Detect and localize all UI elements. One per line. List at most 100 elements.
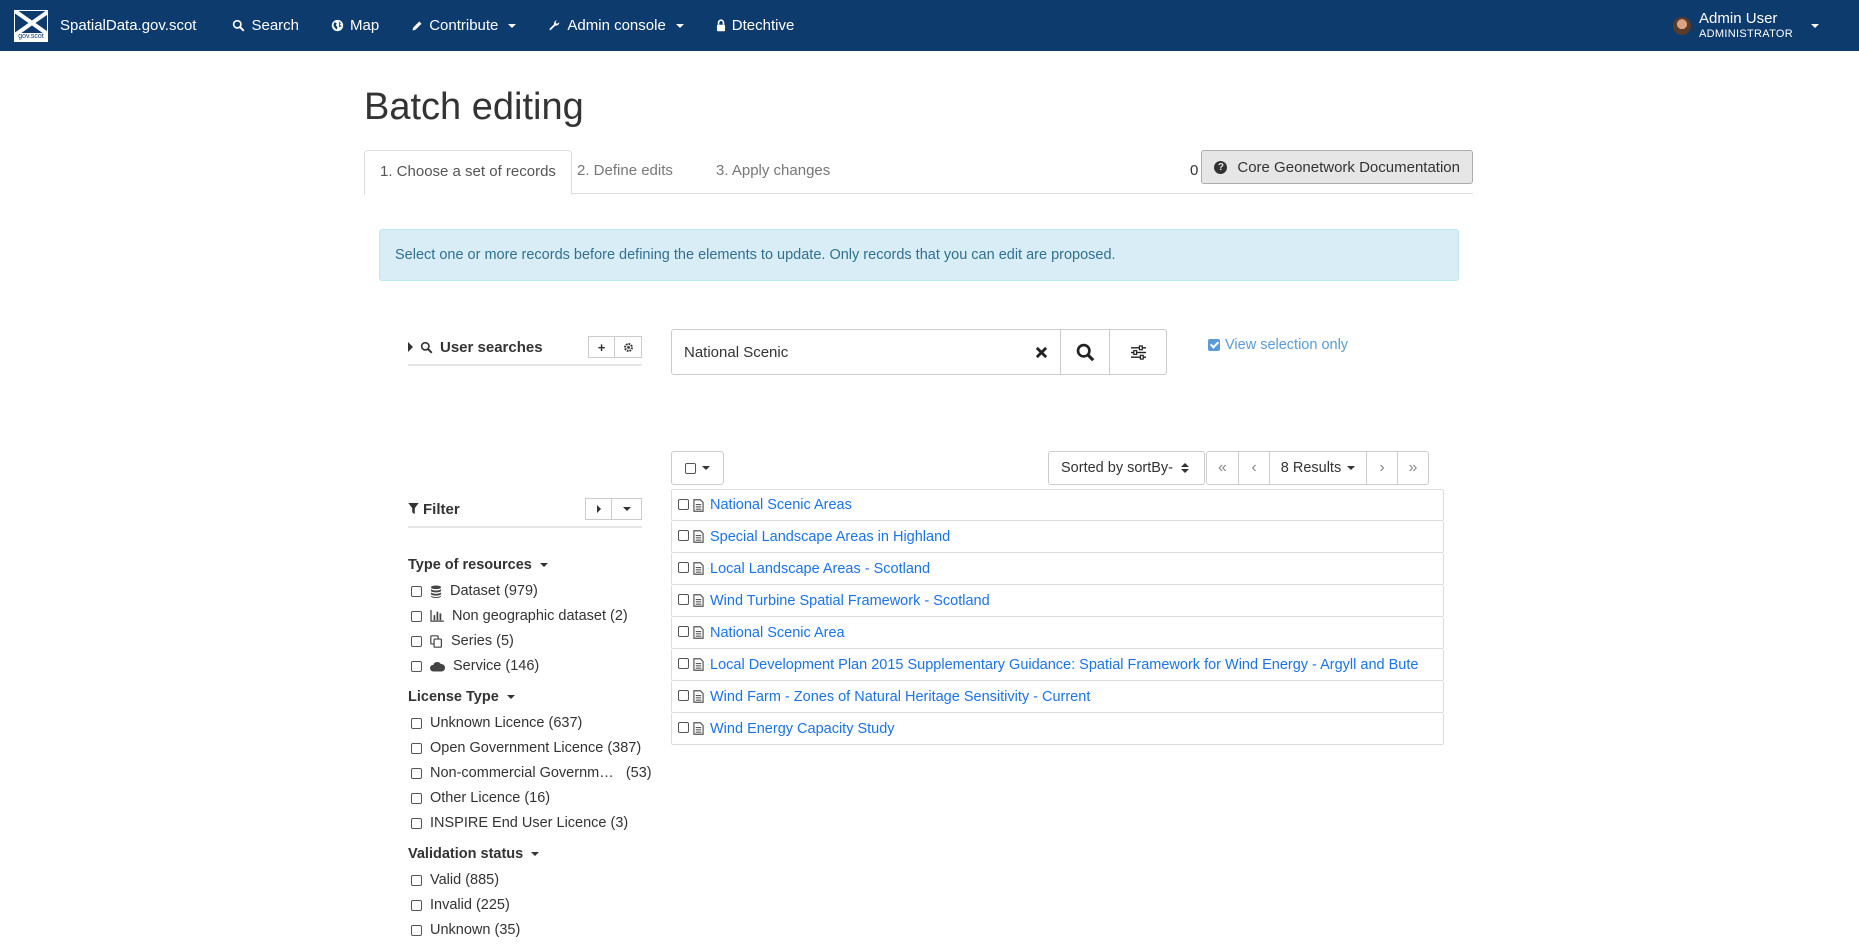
record-checkbox[interactable] (678, 658, 689, 669)
clear-search-button[interactable] (1022, 330, 1060, 374)
prev-page-button[interactable]: ‹ (1238, 452, 1269, 484)
record-link[interactable]: Special Landscape Areas in Highland (710, 529, 950, 545)
facet-checkbox[interactable] (411, 899, 422, 911)
square-icon (685, 462, 696, 474)
facet-license-type[interactable]: License Type (408, 689, 515, 705)
view-selection-only-toggle[interactable]: View selection only (1208, 337, 1348, 353)
facet-checkbox[interactable] (411, 717, 422, 729)
facet-checkbox[interactable] (411, 767, 422, 779)
record-checkbox[interactable] (678, 594, 689, 605)
list-item: Local Landscape Areas - Scotland (671, 553, 1444, 585)
chevron-down-icon (1347, 466, 1356, 470)
facet-item-series[interactable]: Series (5) (411, 632, 514, 650)
next-page-button[interactable]: › (1366, 452, 1397, 484)
search-icon (1076, 343, 1094, 361)
tab-choose-records[interactable]: 1. Choose a set of records (364, 150, 572, 195)
nav-search[interactable]: Search (216, 0, 315, 51)
record-checkbox[interactable] (678, 690, 689, 701)
facet-type-of-resources[interactable]: Type of resources (408, 557, 548, 573)
last-page-button[interactable]: » (1397, 452, 1428, 484)
list-item: National Scenic Areas (671, 489, 1444, 521)
record-link[interactable]: Wind Farm - Zones of Natural Heritage Se… (710, 689, 1090, 705)
results-count-dropdown[interactable]: 8 Results (1269, 452, 1366, 484)
facet-item-count: (5) (496, 633, 514, 649)
filter-title: Filter (408, 501, 460, 518)
facet-checkbox[interactable] (411, 660, 422, 672)
facet-item-label: Invalid (430, 897, 472, 913)
results-list: National Scenic Areas Special Landscape … (671, 489, 1444, 745)
file-text-icon (693, 658, 704, 671)
nav-dtechtive-label: Dtechtive (731, 17, 795, 34)
expand-facets-button[interactable] (585, 498, 612, 520)
select-all-dropdown[interactable] (671, 451, 724, 485)
search-input[interactable] (672, 330, 1022, 374)
record-link[interactable]: National Scenic Area (710, 625, 845, 641)
facet-checkbox[interactable] (411, 874, 422, 886)
facet-item-dataset[interactable]: Dataset (979) (411, 582, 538, 600)
facet-item-unknown[interactable]: Unknown (35) (411, 921, 520, 939)
facet-item-inspire-end-user-licence[interactable]: INSPIRE End User Licence (3) (411, 814, 628, 832)
sort-select[interactable]: Sorted by sortBy- (1048, 451, 1205, 485)
page-title: Batch editing (364, 86, 584, 128)
facet-options-dropdown[interactable] (612, 498, 642, 520)
facet-checkbox[interactable] (411, 792, 422, 804)
record-link[interactable]: National Scenic Areas (710, 497, 852, 513)
add-user-search-button[interactable]: + (588, 336, 615, 358)
facet-item-service[interactable]: Service (146) (411, 657, 539, 675)
nav-contribute[interactable]: Contribute (395, 0, 532, 51)
brand[interactable]: gov.scot SpatialData.gov.scot (0, 0, 196, 51)
avatar (1673, 16, 1692, 35)
list-item: Wind Farm - Zones of Natural Heritage Se… (671, 681, 1444, 713)
documentation-button[interactable]: ? Core Geonetwork Documentation (1201, 150, 1473, 184)
record-checkbox[interactable] (678, 498, 689, 510)
advanced-search-button[interactable] (1109, 330, 1166, 374)
file-text-icon (693, 530, 704, 543)
facet-item-other-licence[interactable]: Other Licence (16) (411, 789, 550, 807)
facet-checkbox[interactable] (411, 610, 422, 622)
nav-map[interactable]: Map (315, 0, 395, 51)
caret-right-icon (596, 505, 601, 513)
facet-item-count: (979) (504, 583, 538, 599)
user-searches-toggle[interactable]: User searches (408, 339, 543, 356)
nav-dtechtive[interactable]: Dtechtive (700, 0, 811, 51)
view-selection-only-label: View selection only (1225, 337, 1349, 353)
record-checkbox[interactable] (678, 562, 689, 573)
facet-item-invalid[interactable]: Invalid (225) (411, 896, 510, 914)
brand-name[interactable]: SpatialData.gov.scot (60, 17, 196, 34)
record-link[interactable]: Local Landscape Areas - Scotland (710, 561, 930, 577)
record-link[interactable]: Wind Energy Capacity Study (710, 721, 895, 737)
facet-item-valid[interactable]: Valid (885) (411, 871, 499, 889)
record-checkbox[interactable] (678, 530, 689, 541)
cloud-icon (430, 661, 445, 671)
tab-apply-changes[interactable]: 3. Apply changes (701, 150, 845, 194)
first-page-button[interactable]: « (1207, 452, 1238, 484)
list-item: Wind Energy Capacity Study (671, 713, 1444, 745)
manage-user-searches-button[interactable] (615, 336, 642, 358)
facet-checkbox[interactable] (411, 817, 422, 829)
record-checkbox[interactable] (678, 722, 689, 733)
facet-item-open-government-licence[interactable]: Open Government Licence (387) (411, 739, 641, 757)
record-link[interactable]: Wind Turbine Spatial Framework - Scotlan… (710, 593, 990, 609)
tab-define-edits[interactable]: 2. Define edits (562, 150, 688, 194)
facet-checkbox[interactable] (411, 585, 422, 597)
facet-item-label: Non-commercial Governm… (430, 765, 614, 781)
record-link[interactable]: Local Development Plan 2015 Supplementar… (710, 657, 1418, 673)
chevron-down-icon (675, 23, 684, 28)
user-menu[interactable]: Admin User ADMINISTRATOR (1673, 0, 1819, 51)
facet-checkbox[interactable] (411, 742, 422, 754)
sort-label: Sorted by sortBy- (1061, 460, 1174, 476)
facet-validation-status[interactable]: Validation status (408, 846, 540, 862)
filter-header: Filter (408, 492, 642, 528)
info-alert: Select one or more records before defini… (379, 229, 1459, 281)
record-checkbox[interactable] (678, 626, 689, 637)
facet-item-unknown-licence[interactable]: Unknown Licence (637) (411, 714, 582, 732)
bar-chart-icon (430, 610, 444, 622)
facet-item-non-commercial-government[interactable]: Non-commercial Governm… (53) (411, 764, 652, 782)
facet-checkbox[interactable] (411, 924, 422, 936)
search-button[interactable] (1060, 330, 1109, 374)
nav-admin-console[interactable]: Admin console (532, 0, 699, 51)
user-name: Admin User (1699, 10, 1778, 28)
facet-item-non-geographic-dataset[interactable]: Non geographic dataset (2) (411, 607, 628, 625)
copy-icon (430, 634, 442, 648)
facet-checkbox[interactable] (411, 635, 422, 647)
